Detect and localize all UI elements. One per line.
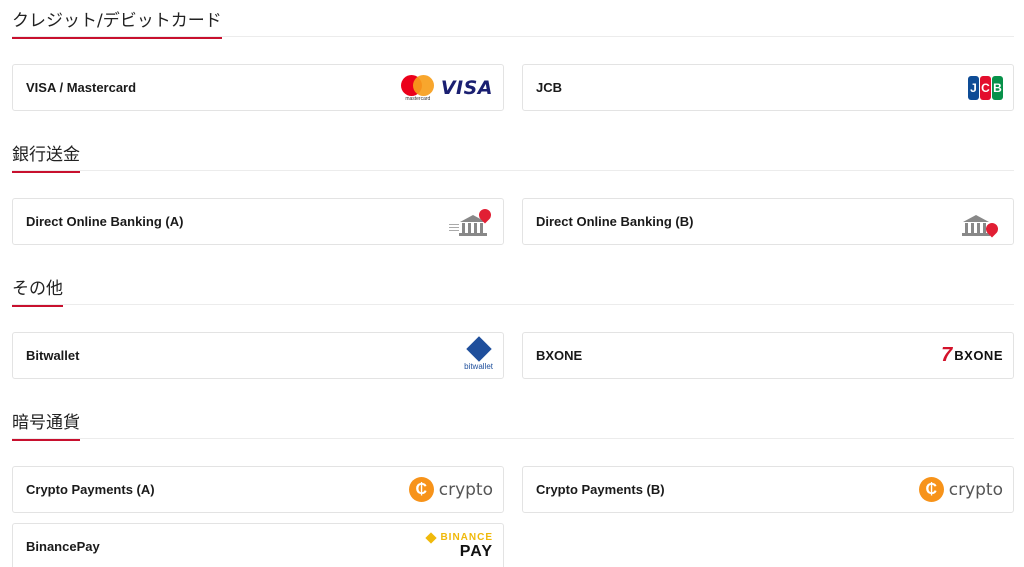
bank-transfer-icon [449,199,494,244]
section-divider [12,438,1014,439]
payment-option-jcb[interactable]: JCB J C B [522,64,1014,111]
mastercard-icon: mastercard [400,73,435,103]
section-title-cards: クレジット/デビットカード [12,10,222,39]
payment-option-crypto-payments-b[interactable]: Crypto Payments (B) ₵ crypto [522,466,1014,513]
binance-pay-logo: BINANCE PAY [425,524,493,567]
bxone-icon: 7 [941,344,953,366]
payment-option-label: Direct Online Banking (A) [26,214,184,229]
crypto-logo: ₵ crypto [918,467,1003,512]
section-header-other: その他 [12,278,1014,307]
section-divider [12,36,1014,37]
payment-option-binancepay[interactable]: BinancePay BINANCE PAY [12,523,504,567]
section-title-other: その他 [12,278,63,307]
bxone-logo: 7 BXONE [941,344,1003,366]
section-title-crypto: 暗号通貨 [12,412,80,441]
payment-option-direct-online-banking-a[interactable]: Direct Online Banking (A) [12,198,504,245]
visa-icon: VISA [440,76,493,99]
section-divider [12,304,1014,305]
section-header-bank: 銀行送金 [12,144,1014,173]
binance-icon [425,531,438,544]
payment-option-label: JCB [536,80,563,95]
crypto-logo: ₵ crypto [408,467,493,512]
payment-option-bxone[interactable]: BXONE 7 BXONE [522,332,1014,379]
payment-option-direct-online-banking-b[interactable]: Direct Online Banking (B) [522,198,1014,245]
section-title-bank: 銀行送金 [12,144,80,173]
payment-option-label: VISA / Mastercard [26,80,137,95]
bank-transfer-icon [959,199,1003,244]
crypto-coin-icon: ₵ [918,477,944,502]
payment-option-bitwallet[interactable]: Bitwallet bitwallet [12,332,504,379]
bitwallet-icon [465,336,492,362]
visa-mastercard-logo: mastercard VISA [400,65,493,110]
section-header-cards: クレジット/デビットカード [12,10,1014,39]
crypto-coin-icon: ₵ [408,477,434,502]
payment-option-label: Crypto Payments (B) [536,482,665,497]
jcb-icon: J C B [967,65,1003,110]
payment-option-crypto-payments-a[interactable]: Crypto Payments (A) ₵ crypto [12,466,504,513]
payment-option-label: Crypto Payments (A) [26,482,155,497]
payment-option-label: Bitwallet [26,348,80,363]
payment-option-label: BinancePay [26,539,100,554]
payment-option-label: BXONE [536,348,583,363]
section-header-crypto: 暗号通貨 [12,412,1014,441]
bitwallet-logo: bitwallet [464,333,493,378]
payment-option-label: Direct Online Banking (B) [536,214,694,229]
section-divider [12,170,1014,171]
payment-option-visa-mastercard[interactable]: VISA / Mastercard mastercard VISA [12,64,504,111]
